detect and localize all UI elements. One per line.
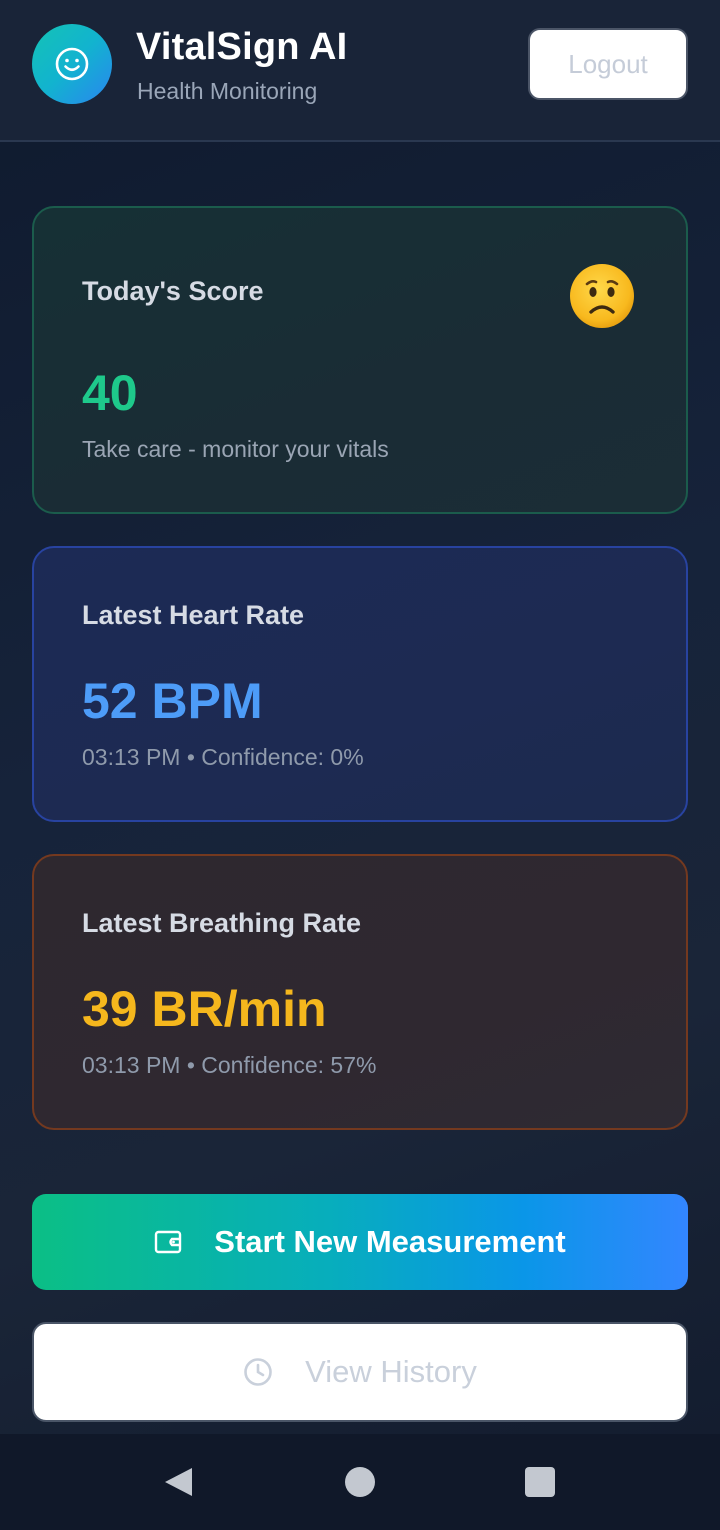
score-message: Take care - monitor your vitals (82, 436, 389, 462)
smile-icon (55, 47, 89, 81)
score-value: 40 (82, 365, 138, 421)
heart-rate-meta: 03:13 PM • Confidence: 0% (82, 744, 364, 770)
breathing-rate-meta: 03:13 PM • Confidence: 57% (82, 1052, 377, 1078)
home-circle-icon[interactable] (345, 1467, 375, 1497)
view-history-label: View History (305, 1354, 477, 1389)
recent-square-icon[interactable] (525, 1467, 555, 1497)
app-title: VitalSign AI (136, 26, 348, 68)
breathing-rate-label: Latest Breathing Rate (82, 908, 362, 938)
clock-icon (244, 1358, 272, 1386)
worried-face-emoji (570, 264, 634, 328)
heart-rate-label: Latest Heart Rate (82, 600, 305, 630)
score-label: Today's Score (82, 276, 264, 306)
wallet-icon (155, 1230, 182, 1254)
heart-rate-value: 52 BPM (82, 673, 263, 729)
app-logo (32, 24, 112, 104)
breathing-rate-value: 39 BR/min (82, 981, 327, 1037)
app-header: VitalSign AI Health Monitoring Logout (0, 0, 720, 142)
start-measurement-label: Start New Measurement (214, 1224, 566, 1259)
back-triangle-icon[interactable] (162, 1466, 194, 1498)
start-measurement-button[interactable]: Start New Measurement (32, 1194, 688, 1290)
view-history-button[interactable]: View History (32, 1322, 688, 1422)
app-subtitle: Health Monitoring (137, 78, 318, 104)
logout-button[interactable]: Logout (528, 28, 688, 100)
heart-rate-card: Latest Heart Rate 52 BPM 03:13 PM • Conf… (32, 546, 688, 822)
todays-score-card: Today's Score 40 Take care - monitor you… (32, 206, 688, 514)
system-navigation-bar (0, 1434, 720, 1530)
breathing-rate-card: Latest Breathing Rate 39 BR/min 03:13 PM… (32, 854, 688, 1130)
